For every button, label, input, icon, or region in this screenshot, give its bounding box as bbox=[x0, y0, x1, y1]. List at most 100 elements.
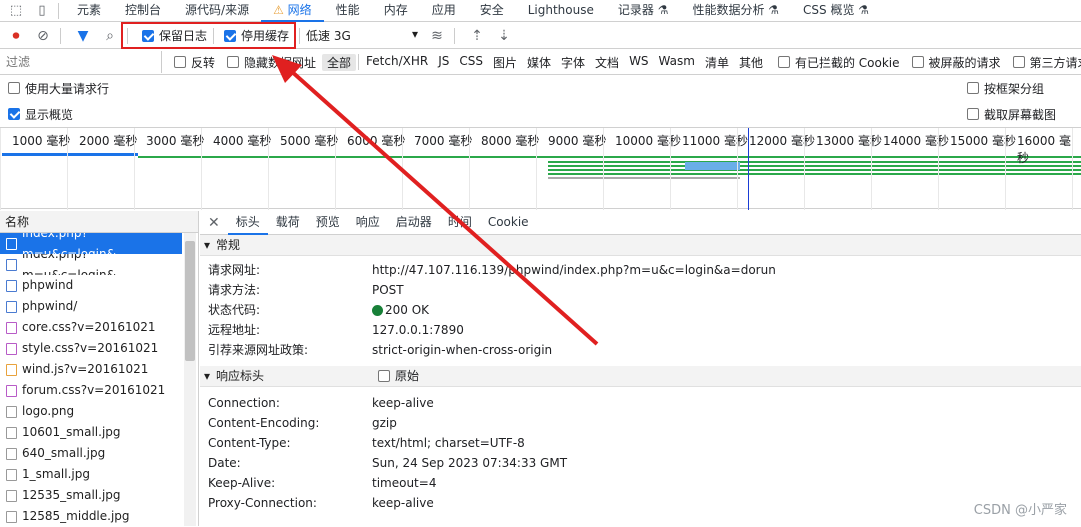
invert-checkbox[interactable]: 反转 bbox=[174, 54, 215, 71]
filter-type-css[interactable]: CSS bbox=[454, 54, 488, 71]
blocked-cookies-checkbox[interactable]: 有已拦截的 Cookie bbox=[777, 54, 900, 71]
network-conditions-icon[interactable]: ≋ bbox=[426, 25, 448, 47]
third-party-checkbox[interactable]: 第三方请求 bbox=[1012, 54, 1081, 71]
tab-preview[interactable]: 预览 bbox=[308, 211, 348, 235]
tab-sources[interactable]: 源代码/来源 bbox=[173, 0, 261, 22]
tab-security[interactable]: 安全 bbox=[468, 0, 516, 22]
header-field-row: Keep-Alive: timeout=4 bbox=[200, 473, 1081, 493]
divider bbox=[299, 27, 301, 44]
filter-type-js[interactable]: JS bbox=[433, 54, 454, 71]
tab-cookies[interactable]: Cookie bbox=[480, 211, 537, 235]
tab-recorder[interactable]: 记录器 ⚗ bbox=[606, 0, 681, 22]
filter-type-manifest[interactable]: 清单 bbox=[700, 54, 734, 71]
tab-timing[interactable]: 时间 bbox=[440, 211, 480, 235]
request-name: 1_small.jpg bbox=[22, 467, 90, 481]
filter-type-media[interactable]: 媒体 bbox=[522, 54, 556, 71]
triangle-down-icon: ▾ bbox=[204, 368, 211, 383]
tab-performance[interactable]: 性能 bbox=[324, 0, 372, 22]
filter-type-font[interactable]: 字体 bbox=[556, 54, 590, 71]
header-field-row: 请求方法: POST bbox=[200, 280, 1081, 300]
capture-screenshots-checkbox[interactable]: 截取屏幕截图 bbox=[967, 106, 1056, 123]
overview-tick-label: 12000 毫秒 bbox=[749, 134, 815, 148]
filter-input[interactable] bbox=[0, 51, 162, 73]
group-by-frame-label: 按框架分组 bbox=[984, 81, 1045, 96]
request-row[interactable]: index.php?m=u&c=login&... bbox=[0, 254, 182, 275]
device-toolbar-icon[interactable]: ▯ bbox=[32, 1, 52, 21]
request-list-scrollbar[interactable] bbox=[184, 233, 196, 526]
request-name: forum.css?v=20161021 bbox=[22, 383, 166, 397]
filter-icon[interactable]: ▼ bbox=[72, 25, 94, 47]
overview-request-bar bbox=[548, 173, 1081, 175]
network-overview-timeline[interactable]: 1000 毫秒 2000 毫秒 3000 毫秒 4000 毫秒 5000 毫秒 6000 … bbox=[0, 127, 1081, 210]
throttling-select[interactable]: 低速 3G ▾ bbox=[306, 27, 418, 44]
request-row[interactable]: 12535_small.jpg bbox=[0, 485, 182, 506]
request-row[interactable]: wind.js?v=20161021 bbox=[0, 359, 182, 380]
request-row[interactable]: phpwind/ bbox=[0, 296, 182, 317]
request-row[interactable]: 12585_middle.jpg bbox=[0, 506, 182, 527]
request-row[interactable]: style.css?v=20161021 bbox=[0, 338, 182, 359]
filter-type-img[interactable]: 图片 bbox=[488, 54, 522, 71]
checkbox-icon bbox=[911, 56, 924, 68]
tab-application[interactable]: 应用 bbox=[420, 0, 468, 22]
request-name: style.css?v=20161021 bbox=[22, 341, 159, 355]
request-row[interactable]: phpwind bbox=[0, 275, 182, 296]
tab-network[interactable]: ⚠ 网络 bbox=[261, 0, 324, 22]
name-column-header[interactable]: 名称 bbox=[0, 211, 198, 233]
detail-tab-bar: ✕ 标头 载荷 预览 响应 启动器 时间 Cookie bbox=[200, 211, 1081, 235]
header-field-key: Date: bbox=[208, 456, 241, 470]
tab-response[interactable]: 响应 bbox=[348, 211, 388, 235]
overview-tick-label: 6000 毫秒 bbox=[347, 134, 406, 148]
request-row[interactable]: 1_small.jpg bbox=[0, 464, 182, 485]
filter-type-doc[interactable]: 文档 bbox=[590, 54, 624, 71]
tab-initiator[interactable]: 启动器 bbox=[388, 211, 440, 235]
tab-lighthouse[interactable]: Lighthouse bbox=[516, 0, 606, 22]
request-row[interactable]: index.php?m=u&c=login&... bbox=[0, 233, 182, 254]
filter-type-ws[interactable]: WS bbox=[624, 54, 653, 71]
tab-payload[interactable]: 载荷 bbox=[268, 211, 308, 235]
response-headers-section-header[interactable]: ▾ 响应标头 原始 bbox=[200, 366, 1081, 387]
request-row[interactable]: core.css?v=20161021 bbox=[0, 317, 182, 338]
hide-data-urls-checkbox[interactable]: 隐藏数据网址 bbox=[227, 54, 316, 71]
overview-tick-label: 5000 毫秒 bbox=[280, 134, 339, 148]
clear-icon[interactable]: ⊘ bbox=[32, 25, 54, 47]
export-har-icon[interactable]: ⇣ bbox=[493, 25, 515, 47]
import-har-icon[interactable]: ⇡ bbox=[466, 25, 488, 47]
group-by-frame-checkbox[interactable]: 按框架分组 bbox=[967, 80, 1044, 97]
overview-tick-label: 3000 毫秒 bbox=[146, 134, 205, 148]
overview-request-bar bbox=[548, 177, 740, 179]
header-field-value: http://47.107.116.139/phpwind/index.php?… bbox=[372, 263, 776, 277]
document-file-icon bbox=[6, 237, 17, 250]
overview-selection-bar bbox=[2, 153, 138, 156]
show-overview-checkbox[interactable]: 显示概览 bbox=[8, 106, 73, 123]
tab-headers[interactable]: 标头 bbox=[227, 211, 268, 235]
image-file-icon bbox=[6, 405, 17, 418]
request-row[interactable]: 10601_small.jpg bbox=[0, 422, 182, 443]
big-request-rows-checkbox[interactable]: 使用大量请求行 bbox=[8, 80, 109, 97]
filter-type-other[interactable]: 其他 bbox=[734, 54, 768, 71]
tab-memory[interactable]: 内存 bbox=[372, 0, 420, 22]
header-field-value: keep-alive bbox=[372, 496, 434, 510]
search-icon[interactable]: ⌕ bbox=[99, 25, 121, 47]
request-row[interactable]: 640_small.jpg bbox=[0, 443, 182, 464]
scrollbar-thumb[interactable] bbox=[185, 241, 195, 361]
tab-performance-insights[interactable]: 性能数据分析 ⚗ bbox=[680, 0, 791, 22]
overview-tick-label: 1000 毫秒 bbox=[12, 134, 71, 148]
tab-console[interactable]: 控制台 bbox=[113, 0, 173, 22]
capture-screenshots-label: 截取屏幕截图 bbox=[984, 107, 1057, 122]
filter-type-xhr[interactable]: Fetch/XHR bbox=[361, 54, 433, 71]
raw-headers-checkbox[interactable]: 原始 bbox=[378, 366, 419, 387]
general-section-header[interactable]: ▾ 常规 bbox=[200, 235, 1081, 256]
request-row[interactable]: forum.css?v=20161021 bbox=[0, 380, 182, 401]
close-icon[interactable]: ✕ bbox=[200, 215, 228, 231]
request-row[interactable]: logo.png bbox=[0, 401, 182, 422]
overview-gridline bbox=[670, 128, 671, 210]
filter-type-wasm[interactable]: Wasm bbox=[654, 54, 700, 71]
overview-gridline bbox=[134, 128, 135, 210]
record-stop-icon[interactable]: ⏺ bbox=[5, 25, 27, 47]
image-file-icon bbox=[6, 426, 17, 439]
filter-type-all[interactable]: 全部 bbox=[322, 53, 357, 71]
tab-elements[interactable]: 元素 bbox=[65, 0, 113, 22]
blocked-requests-checkbox[interactable]: 被屏蔽的请求 bbox=[911, 54, 1001, 71]
inspect-element-icon[interactable]: ⬚ bbox=[6, 1, 26, 21]
tab-css-overview[interactable]: CSS 概览 ⚗ bbox=[791, 0, 881, 22]
